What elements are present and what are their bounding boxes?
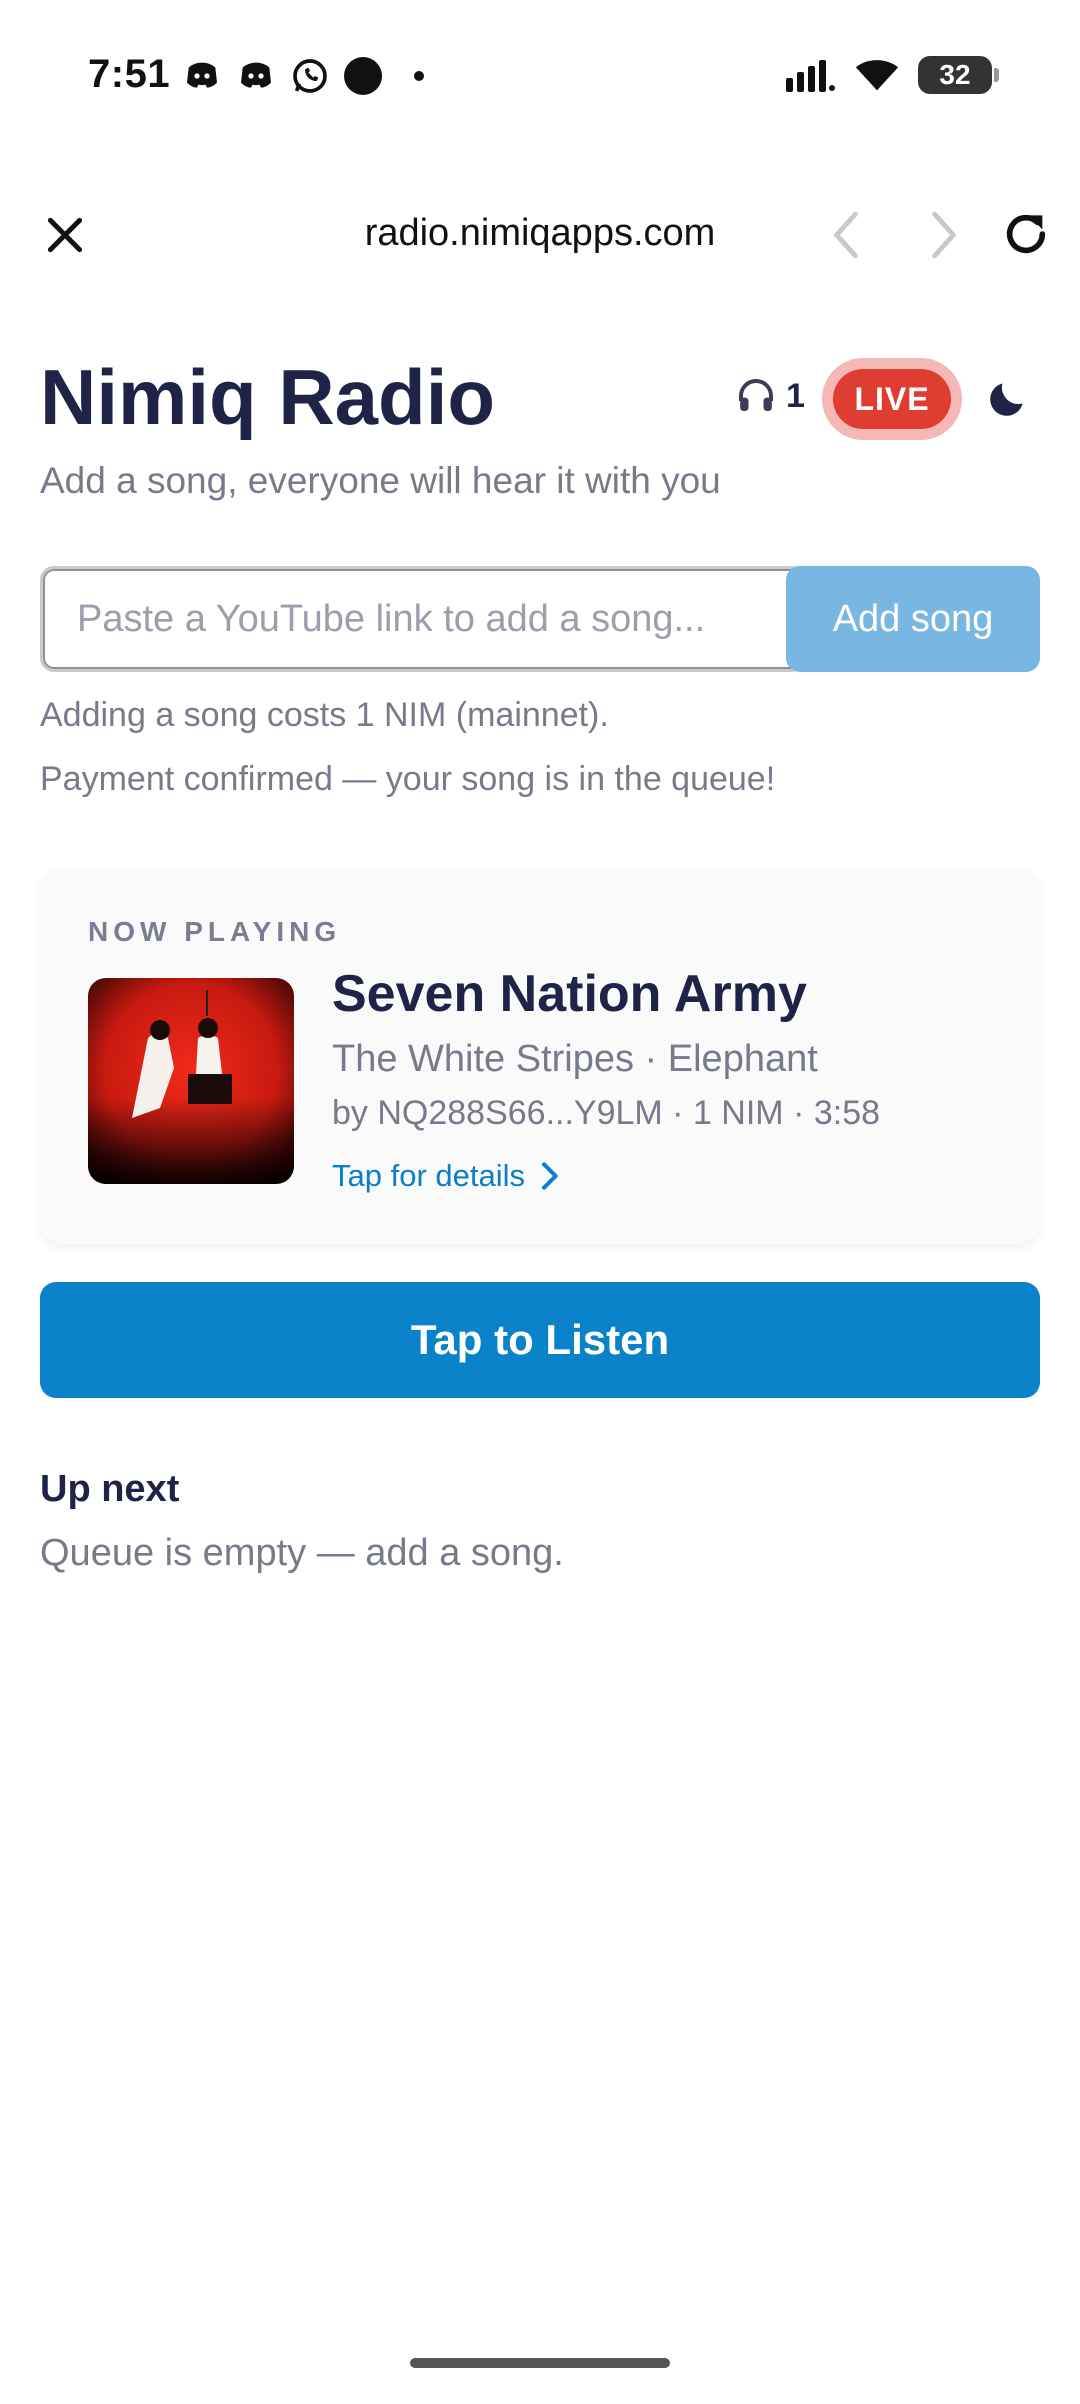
chevron-right-icon (542, 1162, 558, 1190)
battery-icon: 32 (918, 56, 999, 94)
page-title: Nimiq Radio (40, 353, 496, 441)
dot-icon (414, 71, 424, 81)
listener-count: 1 (736, 376, 805, 416)
page-subtitle: Add a song, everyone will hear it with y… (40, 460, 721, 501)
details-link-label: Tap for details (332, 1158, 525, 1193)
queue-empty-message: Queue is empty — add a song. (40, 1532, 564, 1574)
album-art (88, 978, 294, 1184)
system-icons: 32 (786, 56, 999, 94)
moon-icon[interactable] (986, 376, 1030, 420)
details-link[interactable]: Tap for details (332, 1158, 559, 1194)
add-song-button[interactable]: Add song (786, 566, 1040, 672)
circle-icon (344, 57, 382, 95)
now-playing-label: NOW PLAYING (88, 916, 342, 947)
home-indicator[interactable] (410, 2358, 670, 2368)
battery-level: 32 (939, 59, 971, 90)
live-badge: LIVE (822, 358, 962, 440)
browser-toolbar: radio.nimiqapps.com (0, 190, 1080, 280)
listen-button[interactable]: Tap to Listen (40, 1282, 1040, 1398)
cost-note: Adding a song costs 1 NIM (mainnet). (40, 696, 609, 734)
reload-icon[interactable] (998, 206, 1054, 262)
discord-icon (241, 62, 271, 88)
payment-status: Payment confirmed — your song is in the … (40, 760, 776, 798)
notification-icons (182, 56, 424, 96)
wifi-icon (855, 60, 899, 91)
up-next-heading: Up next (40, 1468, 180, 1510)
status-time: 7:51 (88, 52, 171, 96)
song-artist-album: The White Stripes · Elephant (332, 1038, 818, 1080)
status-bar: 7:51 32 (0, 0, 1080, 160)
now-playing-card[interactable]: NOW PLAYING Seven Nation Army The White … (40, 868, 1040, 1244)
forward-icon[interactable] (918, 208, 968, 262)
back-icon[interactable] (822, 208, 872, 262)
whatsapp-icon (293, 59, 327, 93)
listener-count-value: 1 (786, 376, 805, 415)
youtube-link-input[interactable] (40, 566, 806, 672)
live-label: LIVE (833, 369, 951, 429)
song-meta: by NQ288S66...Y9LM · 1 NIM · 3:58 (332, 1094, 881, 1132)
signal-icon (786, 60, 835, 92)
song-title: Seven Nation Army (332, 965, 807, 1023)
discord-icon (187, 62, 217, 88)
headphones-icon (739, 379, 773, 411)
